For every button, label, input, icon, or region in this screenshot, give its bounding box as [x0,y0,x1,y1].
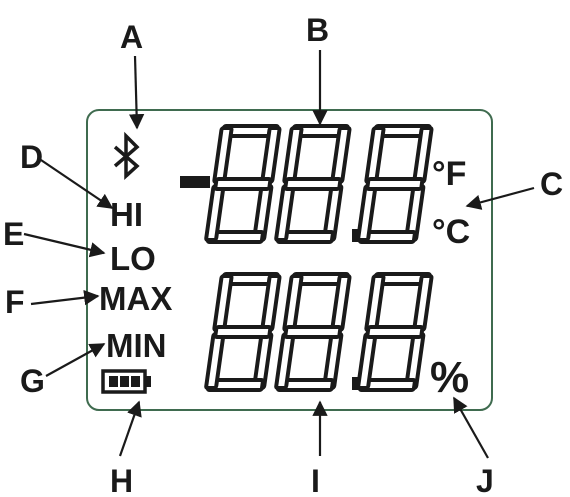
callout-b: B [306,12,329,48]
callout-f: F [5,284,25,320]
callout-d: D [20,139,43,175]
lcd-diagram: HI LO MAX MIN °F °C % A B C D E F G H I … [3,12,563,497]
callout-i: I [311,463,320,497]
segment-g [283,325,343,339]
callout-h: H [110,463,133,497]
segment-g [365,177,425,191]
percent-unit: % [430,353,469,402]
callout-j: J [476,463,494,497]
callout-c: C [540,166,563,202]
segment-g [283,177,343,191]
max-indicator: MAX [99,280,172,317]
minus-sign [180,176,210,188]
segment-g [365,325,425,339]
hi-indicator: HI [110,196,143,233]
segment-g [213,177,273,191]
callout-e: E [3,216,24,252]
segment-g [213,325,273,339]
callout-a: A [120,19,143,55]
fahrenheit-unit: °F [432,155,466,193]
min-indicator: MIN [106,327,167,364]
callout-g: G [20,363,45,399]
lo-indicator: LO [110,240,156,277]
celsius-unit: °C [432,213,470,251]
